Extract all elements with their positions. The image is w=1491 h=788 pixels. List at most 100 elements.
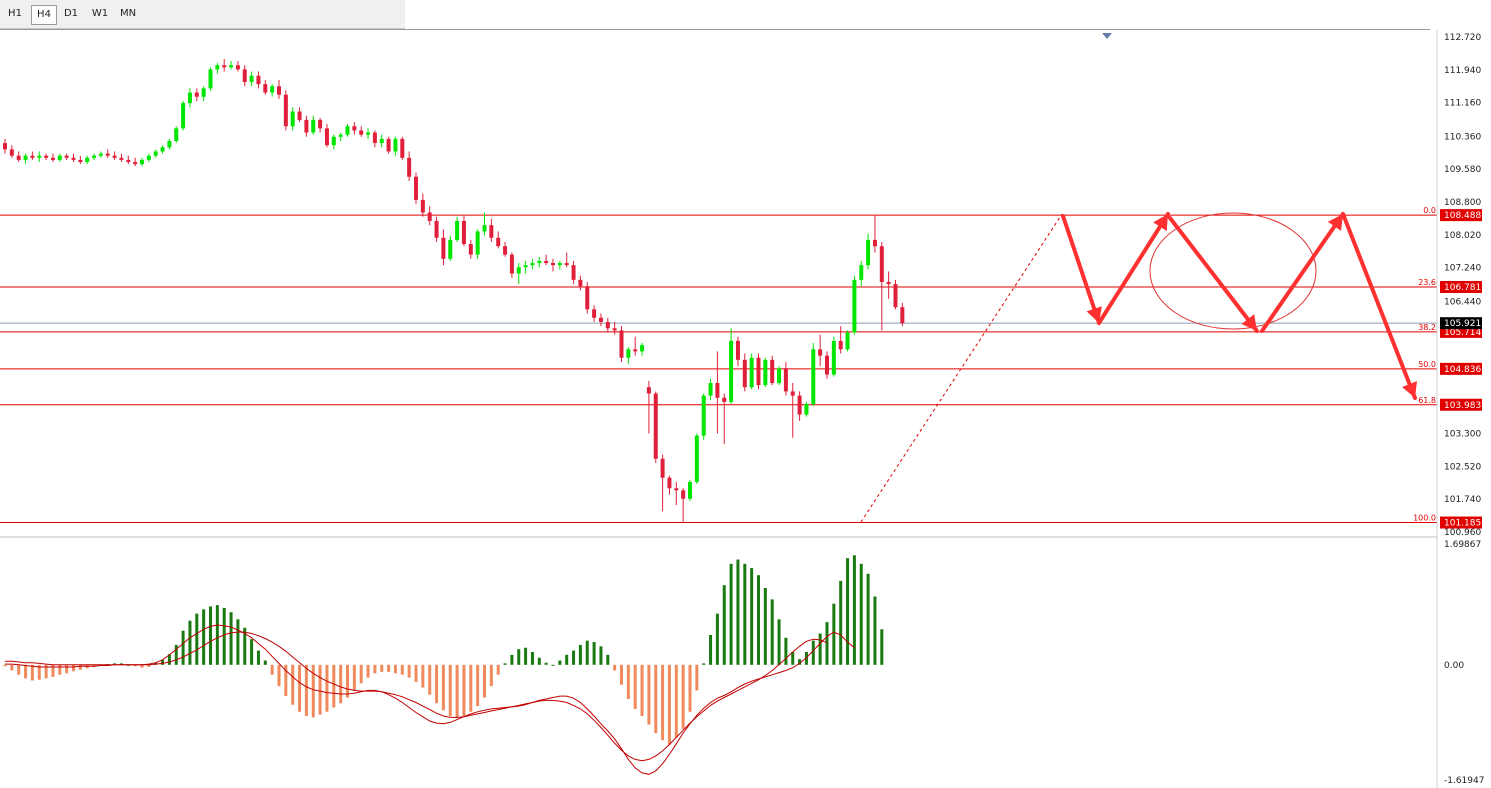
candle-body <box>715 382 720 398</box>
candle-body <box>448 239 453 259</box>
macd-histogram-bar <box>722 585 726 665</box>
macd-histogram-bar <box>852 555 856 665</box>
candle-body <box>900 307 905 324</box>
candle-body <box>578 279 583 287</box>
macd-histogram-bar <box>229 612 233 665</box>
candle-body <box>57 155 62 160</box>
macd-histogram-bar <box>215 605 219 665</box>
macd-histogram-bar <box>530 652 534 665</box>
candle-body <box>37 155 42 158</box>
candle-body <box>831 340 836 375</box>
candle-body <box>722 397 727 402</box>
candle-body <box>516 267 521 274</box>
macd-histogram-bar <box>435 664 439 704</box>
price-chart[interactable]: 0.0 108.488 23.6 106.781 38.2 105.714 50.0 104.… <box>0 0 1491 788</box>
fib-level-percent: 100.0 <box>1413 514 1436 523</box>
macd-histogram-bar <box>421 664 425 688</box>
candle-body <box>598 317 603 322</box>
fib-trend-line <box>860 213 1063 523</box>
macd-histogram-bar <box>476 664 480 707</box>
candle-body <box>16 155 21 160</box>
macd-line <box>5 624 855 775</box>
candle-body <box>886 281 891 285</box>
candle-body <box>222 65 227 68</box>
price-tick-label: 101.740 <box>1444 495 1481 505</box>
candle-body <box>3 143 7 150</box>
candle-body <box>605 321 610 329</box>
macd-histogram-bar <box>592 642 596 665</box>
macd-histogram-bar <box>544 662 548 665</box>
candle-body <box>838 340 843 350</box>
macd-histogram-bar <box>558 660 562 665</box>
macd-histogram-bar <box>496 664 500 675</box>
macd-histogram-bar <box>620 664 623 685</box>
macd-histogram-bar <box>777 619 781 665</box>
macd-histogram-bar <box>825 622 829 665</box>
candle-body <box>229 65 234 68</box>
candle-body <box>749 357 754 388</box>
fib-price-label: 103.983 <box>1444 401 1481 411</box>
macd-histogram-bar <box>832 603 836 665</box>
candle-body <box>612 328 617 331</box>
candle-body <box>461 220 466 245</box>
candle-body <box>256 75 261 85</box>
macd-histogram-bar <box>606 654 610 665</box>
candle-body <box>646 387 651 394</box>
candle-body <box>523 265 528 268</box>
candle-body <box>626 349 631 358</box>
candle-body <box>23 155 28 160</box>
macd-histogram-bar <box>441 664 445 711</box>
macd-histogram-bar <box>585 640 589 665</box>
candle-body <box>304 119 309 133</box>
candle-body <box>708 382 713 396</box>
macd-histogram-bar <box>483 664 486 698</box>
candle-body <box>427 212 432 221</box>
macd-histogram-bar <box>757 575 760 665</box>
macd-histogram-bar <box>400 664 404 675</box>
macd-histogram-bar <box>352 664 356 691</box>
candle-body <box>386 138 391 152</box>
fib-level-percent: 0.0 <box>1423 206 1436 215</box>
candle-body <box>777 368 782 383</box>
macd-histogram-bar <box>695 664 699 691</box>
candle-body <box>140 159 144 165</box>
candle-body <box>811 349 816 405</box>
macd-histogram-bar <box>517 649 521 665</box>
candle-body <box>44 155 49 158</box>
macd-histogram-bar <box>304 664 308 717</box>
macd-signal-line <box>5 631 828 762</box>
macd-histogram-bar <box>667 664 671 745</box>
candle-body <box>277 86 281 95</box>
macd-histogram-bar <box>339 664 343 704</box>
macd-histogram-bar <box>674 664 678 738</box>
candle-body <box>85 157 90 163</box>
candle-body <box>174 128 179 141</box>
macd-histogram-bar <box>599 646 603 665</box>
candle-body <box>64 155 69 158</box>
candle-body <box>242 69 247 83</box>
candle-body <box>338 134 343 137</box>
macd-histogram-bar <box>462 664 466 717</box>
macd-histogram-bar <box>688 664 692 712</box>
candle-body <box>797 395 802 415</box>
candle-body <box>30 155 35 158</box>
candle-body <box>167 140 172 148</box>
macd-histogram-bar <box>681 664 685 729</box>
fib-level-percent: 50.0 <box>1418 360 1436 369</box>
macd-histogram-bar <box>626 664 630 699</box>
macd-histogram-bar <box>709 634 713 665</box>
price-tick-label: 106.440 <box>1444 297 1481 307</box>
candle-body <box>324 128 329 146</box>
candle-body <box>557 263 562 266</box>
candle-body <box>92 155 97 158</box>
fib-price-label: 106.781 <box>1444 283 1481 293</box>
candle-body <box>133 162 138 165</box>
candle-body <box>379 138 384 144</box>
candle-body <box>564 263 569 266</box>
macd-histogram-bar <box>661 664 665 741</box>
candle-body <box>688 481 692 499</box>
macd-tick-label: 0.00 <box>1444 661 1464 671</box>
candle-body <box>455 220 460 240</box>
macd-histogram-bar <box>572 650 576 665</box>
macd-histogram-bar <box>10 664 14 671</box>
